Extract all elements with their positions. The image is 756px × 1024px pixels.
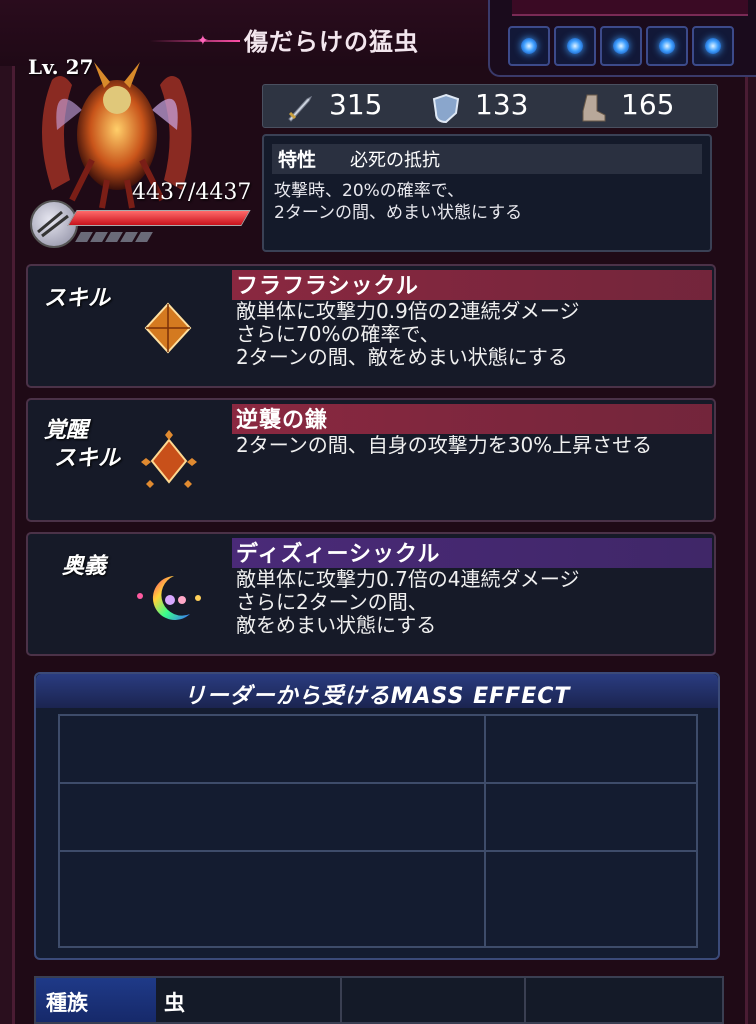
skill-label: スキル [44, 285, 111, 311]
blue-orb-icon [613, 38, 629, 54]
skill-panel[interactable]: スキル フラフラシックル 敵単体に攻撃力0.9倍の2連続ダメージ さらに70%の… [26, 264, 716, 388]
tribe-row: 種族 虫 [34, 976, 724, 1024]
awakened-skill-description: 2ターンの間、自身の攻撃力を30%上昇させる [236, 433, 653, 457]
mass-effect-row [60, 716, 696, 784]
ultimate-panel[interactable]: 奥義 ディズィーシックル 敵単体に攻撃力0.7倍の4連続ダメージ さらに2ターン… [26, 532, 716, 656]
trait-panel: 特性 必死の抵抗 攻撃時、20%の確率で、 2ターンの間、めまい状態にする [262, 134, 712, 252]
ultimate-name: ディズィーシックル [236, 542, 441, 567]
tribe-label-cell: 種族 [36, 978, 156, 1022]
tribe-divider [340, 978, 342, 1022]
awakened-label-line2: スキル [54, 445, 121, 471]
gem-slot [692, 26, 734, 66]
mass-effect-column-divider [484, 716, 486, 946]
unit-name: 傷だらけの猛虫 [244, 27, 419, 56]
blue-orb-icon [567, 38, 583, 54]
mass-effect-title: リーダーから受けるMASS EFFECT [183, 684, 571, 709]
tribe-divider [524, 978, 526, 1022]
awakened-label-line1: 覚醒 [44, 417, 89, 443]
hp-bar [67, 210, 251, 226]
gem-slot [600, 26, 642, 66]
skill-name: フラフラシックル [236, 274, 419, 299]
gem-tray-top [512, 0, 748, 16]
awakened-skill-name: 逆襲の鎌 [236, 408, 329, 433]
skill-description: 敵単体に攻撃力0.9倍の2連続ダメージ さらに70%の確率で、 2ターンの間、敵… [236, 299, 580, 369]
trait-description: 攻撃時、20%の確率で、 2ターンの間、めまい状態にする [274, 181, 523, 223]
hp-pips [75, 232, 153, 242]
tribe-label: 種族 [46, 991, 88, 1015]
trait-label: 特性 [278, 149, 317, 171]
ultimate-description: 敵単体に攻撃力0.7倍の4連続ダメージ さらに2ターンの間、 敵をめまい状態にす… [236, 567, 580, 637]
rainbow-crescent-icon [137, 576, 201, 620]
gem-tray [488, 0, 756, 77]
mass-effect-grid [58, 714, 698, 948]
awakened-skill-panel[interactable]: 覚醒 スキル 逆襲の鎌 2ターンの間、自身の攻撃力を30%上昇させる [26, 398, 716, 522]
blue-orb-icon [521, 38, 537, 54]
stats-bar: 315 133 165 [262, 84, 718, 128]
blue-orb-icon [705, 38, 721, 54]
gem-slot [554, 26, 596, 66]
mass-effect-row [60, 784, 696, 852]
gem-slot [508, 26, 550, 66]
attack-value: 315 [329, 88, 383, 121]
blue-orb-icon [659, 38, 675, 54]
ultimate-label: 奥義 [62, 553, 107, 579]
gem-slot [646, 26, 688, 66]
hp-value: 4437/4437 [132, 180, 252, 205]
trait-header [272, 144, 702, 174]
tribe-value: 虫 [164, 991, 185, 1015]
defense-value: 133 [475, 88, 529, 121]
hp-bar-fill [68, 211, 250, 225]
boot-icon [582, 94, 606, 122]
unit-level: Lv. 27 [28, 55, 94, 79]
speed-value: 165 [621, 88, 675, 121]
sword-icon [288, 95, 313, 122]
crystal-cluster-icon [141, 430, 197, 488]
trait-name: 必死の抵抗 [350, 150, 440, 171]
awakened-skill-label: 覚醒 スキル [44, 416, 120, 472]
mass-effect-panel: リーダーから受けるMASS EFFECT [34, 672, 720, 960]
shield-icon [432, 93, 460, 123]
amber-crystal-icon [144, 302, 192, 354]
